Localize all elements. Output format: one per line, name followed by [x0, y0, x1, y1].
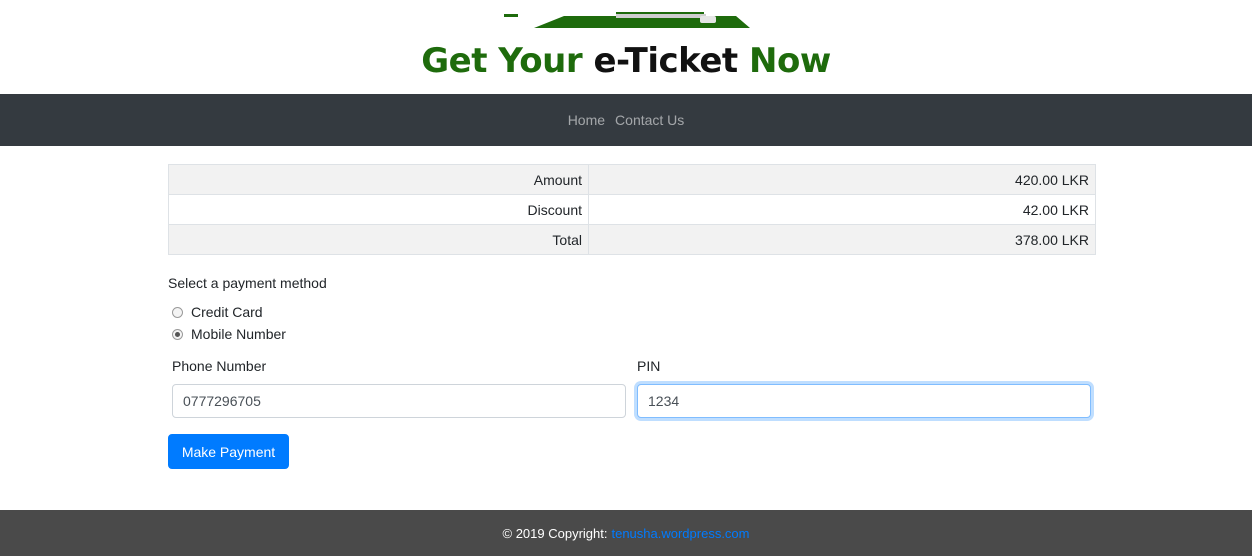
phone-number-input[interactable] — [172, 384, 626, 418]
credit-card-option[interactable]: Credit Card — [172, 304, 263, 320]
copyright-text: © 2019 Copyright: — [502, 525, 608, 541]
total-label: Total — [168, 224, 589, 255]
pin-input[interactable] — [637, 384, 1091, 418]
make-payment-button[interactable]: Make Payment — [168, 434, 289, 469]
title-part-eticket: e-Ticket — [593, 41, 738, 81]
total-value: 378.00 LKR — [588, 224, 1096, 255]
site-header: Get Your e-Ticket Now — [0, 0, 1252, 94]
table-row: Total 378.00 LKR — [168, 224, 1096, 255]
discount-label: Discount — [168, 194, 589, 225]
credit-card-radio[interactable] — [172, 306, 183, 318]
discount-value: 42.00 LKR — [588, 194, 1096, 225]
mobile-number-option[interactable]: Mobile Number — [172, 326, 286, 342]
footer-site-link[interactable]: tenusha.wordpress.com — [611, 526, 749, 541]
nav-contact-link[interactable]: Contact Us — [610, 112, 689, 128]
credit-card-label: Credit Card — [191, 304, 263, 320]
amount-label: Amount — [168, 164, 589, 195]
logo-graphic — [504, 12, 750, 28]
nav-home-link[interactable]: Home — [563, 112, 610, 128]
title-part-get-your: Get Your — [421, 41, 594, 81]
page: Get Your e-Ticket Now Home Contact Us Am… — [0, 0, 1252, 556]
mobile-number-label: Mobile Number — [191, 326, 286, 342]
payment-method-prompt: Select a payment method — [168, 275, 327, 291]
navbar: Home Contact Us — [0, 94, 1252, 146]
table-row: Amount 420.00 LKR — [168, 164, 1096, 195]
page-title: Get Your e-Ticket Now — [0, 38, 1252, 84]
footer: © 2019 Copyright: tenusha.wordpress.com — [0, 510, 1252, 556]
amount-value: 420.00 LKR — [588, 164, 1096, 195]
table-row: Discount 42.00 LKR — [168, 194, 1096, 225]
payment-summary-table: Amount 420.00 LKR Discount 42.00 LKR Tot… — [168, 164, 1096, 255]
phone-number-label: Phone Number — [172, 358, 267, 374]
title-part-now: Now — [737, 41, 831, 81]
pin-label: PIN — [637, 358, 661, 374]
mobile-number-radio[interactable] — [172, 328, 183, 340]
